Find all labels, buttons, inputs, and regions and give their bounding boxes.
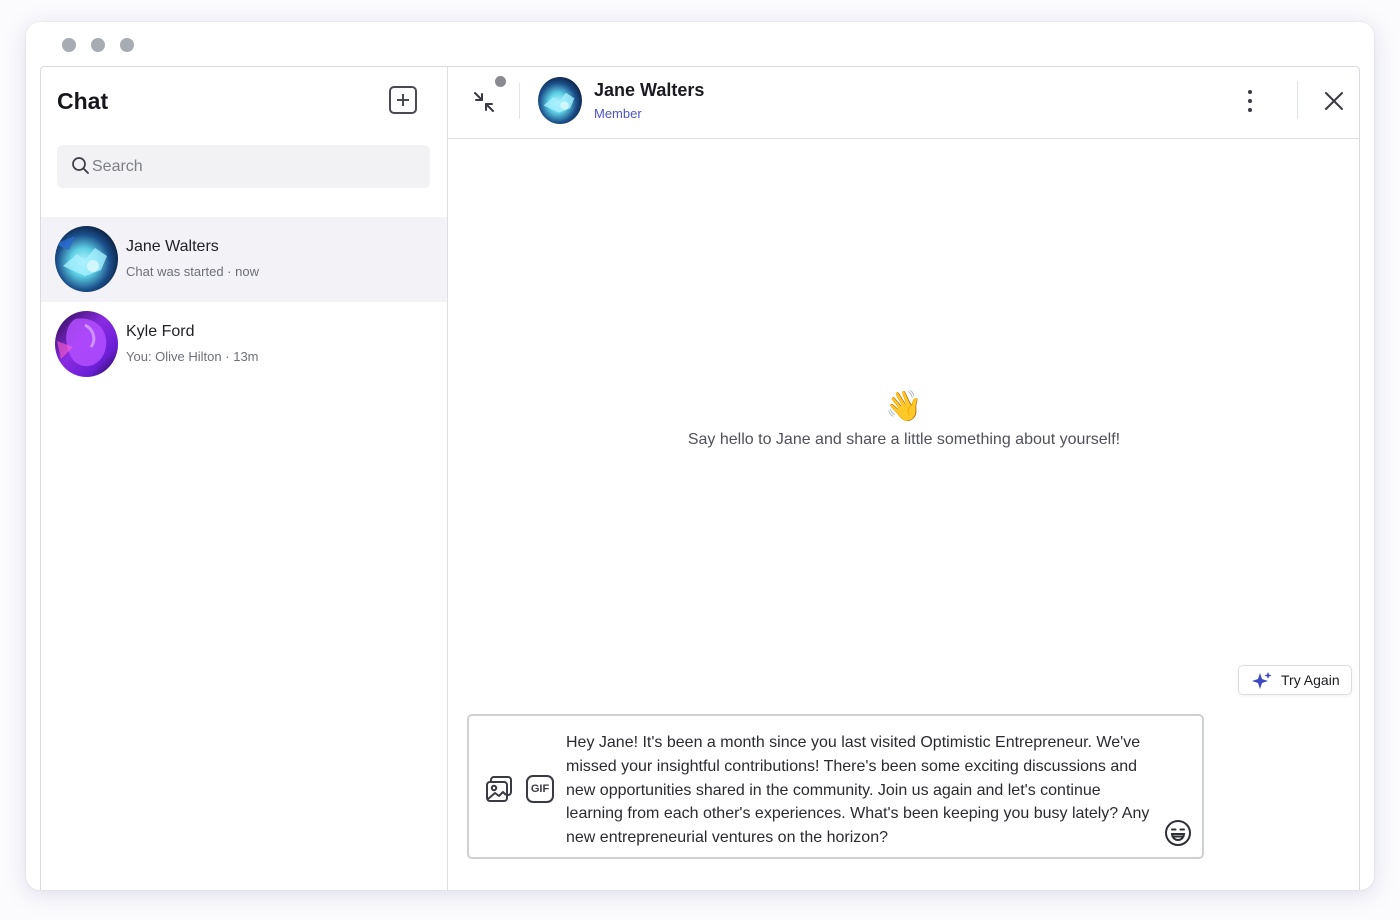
try-again-button[interactable]: Try Again — [1238, 665, 1352, 695]
header-divider — [519, 83, 520, 119]
conversation-item-kyle-ford[interactable]: Kyle Ford You: Olive Hilton · 13m — [41, 302, 447, 387]
kebab-dot — [1248, 99, 1252, 103]
chat-partner-role: Member — [594, 106, 642, 121]
message-input[interactable]: Hey Jane! It's been a month since you la… — [566, 731, 1161, 850]
more-options-button[interactable] — [1236, 87, 1264, 115]
minimize-window-dot[interactable] — [91, 38, 105, 52]
zoom-window-dot[interactable] — [120, 38, 134, 52]
kebab-dot — [1248, 108, 1252, 112]
conversation-separator: · — [227, 264, 232, 279]
try-again-label: Try Again — [1281, 672, 1340, 688]
chat-app: Chat Search Jane Walters Chat was starte… — [40, 66, 1360, 890]
avatar — [55, 311, 118, 377]
chat-panel: Jane Walters Member 👋 Say hello to Jane … — [448, 67, 1359, 890]
waving-hand-icon: 👋 — [885, 390, 923, 423]
sidebar-title: Chat — [57, 88, 109, 114]
image-gallery-icon[interactable] — [484, 774, 514, 804]
close-icon[interactable] — [1322, 89, 1346, 113]
conversation-item-jane-walters[interactable]: Jane Walters Chat was started · now — [41, 217, 447, 302]
conversation-time: now — [235, 264, 259, 279]
header-divider — [1297, 81, 1298, 119]
search-icon — [72, 157, 89, 174]
empty-state-text: Say hello to Jane and share a little som… — [687, 431, 1121, 448]
conversation-name: Kyle Ford — [126, 323, 195, 340]
conversation-preview-text: Chat was started — [126, 264, 224, 279]
conversation-preview: Chat was started · now — [126, 264, 259, 279]
avatar — [538, 77, 582, 124]
collapse-arrows-icon[interactable] — [472, 90, 496, 114]
chat-header: Jane Walters Member — [448, 67, 1359, 139]
avatar — [55, 226, 118, 292]
close-window-dot[interactable] — [62, 38, 76, 52]
conversation-name: Jane Walters — [126, 238, 219, 255]
search-box[interactable] — [57, 145, 430, 188]
gif-button[interactable]: GIF — [526, 775, 554, 803]
message-composer[interactable]: GIF Hey Jane! It's been a month since yo… — [467, 714, 1204, 859]
conversation-sidebar: Chat Search Jane Walters Chat was starte… — [41, 67, 448, 890]
conversation-preview: You: Olive Hilton · 13m — [126, 349, 259, 364]
app-window: Chat Search Jane Walters Chat was starte… — [26, 22, 1374, 890]
empty-state: 👋 Say hello to Jane and share a little s… — [448, 387, 1359, 449]
new-chat-button[interactable] — [389, 86, 417, 114]
search-input[interactable] — [92, 145, 412, 188]
emoji-icon[interactable] — [1164, 819, 1192, 847]
kebab-dot — [1248, 90, 1252, 94]
presence-status-dot — [493, 74, 508, 89]
chat-partner-name: Jane Walters — [594, 80, 705, 100]
conversation-preview-text: You: Olive Hilton — [126, 349, 226, 364]
conversation-separator: · — [225, 349, 230, 364]
window-controls — [62, 38, 134, 52]
conversation-time: 13m — [233, 349, 259, 364]
sparkle-icon — [1252, 672, 1272, 689]
